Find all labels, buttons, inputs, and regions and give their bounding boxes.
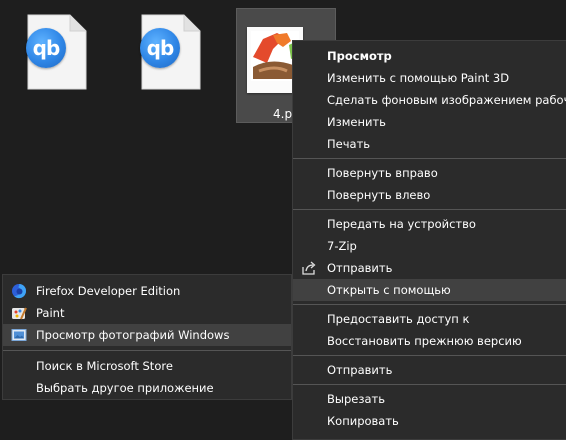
desktop-file-qbittorrent-1[interactable]: qb <box>8 8 108 123</box>
menu-item-edit[interactable]: Изменить <box>293 111 566 133</box>
firefox-icon <box>12 284 27 299</box>
menu-item-print[interactable]: Печать <box>293 133 566 155</box>
menu-separator <box>293 384 566 385</box>
menu-separator <box>293 304 566 305</box>
menu-item-share[interactable]: Отправить <box>293 257 566 279</box>
menu-item-label: Отправить <box>327 261 393 275</box>
qbittorrent-icon: qb <box>140 28 180 68</box>
open-with-submenu: Firefox Developer Edition Paint Просмотр… <box>2 274 292 400</box>
submenu-item-paint[interactable]: Paint <box>3 302 291 324</box>
menu-item-edit-paint3d[interactable]: Изменить с помощью Paint 3D <box>293 67 566 89</box>
paint-icon <box>12 307 27 320</box>
menu-separator <box>3 350 291 351</box>
desktop-file-qbittorrent-2[interactable]: qb <box>122 8 222 123</box>
context-menu: Просмотр Изменить с помощью Paint 3D Сде… <box>292 40 566 440</box>
menu-separator <box>293 209 566 210</box>
menu-separator <box>293 158 566 159</box>
menu-item-rotate-right[interactable]: Повернуть вправо <box>293 162 566 184</box>
share-icon <box>302 261 316 275</box>
qbittorrent-icon: qb <box>26 28 66 68</box>
menu-item-send-to[interactable]: Отправить <box>293 359 566 381</box>
menu-item-rotate-left[interactable]: Повернуть влево <box>293 184 566 206</box>
menu-item-7zip[interactable]: 7-Zip <box>293 235 566 257</box>
menu-item-set-wallpaper[interactable]: Сделать фоновым изображением рабочего ст… <box>293 89 566 111</box>
menu-item-give-access[interactable]: Предоставить доступ к <box>293 308 566 330</box>
menu-item-restore-version[interactable]: Восстановить прежнюю версию <box>293 330 566 352</box>
menu-item-open-with[interactable]: Открыть с помощью <box>293 279 566 301</box>
submenu-item-firefox[interactable]: Firefox Developer Edition <box>3 280 291 302</box>
submenu-item-photo-viewer[interactable]: Просмотр фотографий Windows <box>3 324 291 346</box>
submenu-item-label: Paint <box>36 306 65 320</box>
submenu-item-label: Просмотр фотографий Windows <box>36 328 230 342</box>
menu-item-cut[interactable]: Вырезать <box>293 388 566 410</box>
menu-item-cast-to-device[interactable]: Передать на устройство <box>293 213 566 235</box>
submenu-item-choose-app[interactable]: Выбрать другое приложение <box>3 377 291 399</box>
submenu-item-microsoft-store[interactable]: Поиск в Microsoft Store <box>3 355 291 377</box>
menu-separator <box>293 355 566 356</box>
menu-item-view[interactable]: Просмотр <box>293 45 566 67</box>
photo-viewer-icon <box>11 329 27 341</box>
file-name-label: 4.p <box>273 107 293 121</box>
submenu-item-label: Firefox Developer Edition <box>36 284 181 298</box>
